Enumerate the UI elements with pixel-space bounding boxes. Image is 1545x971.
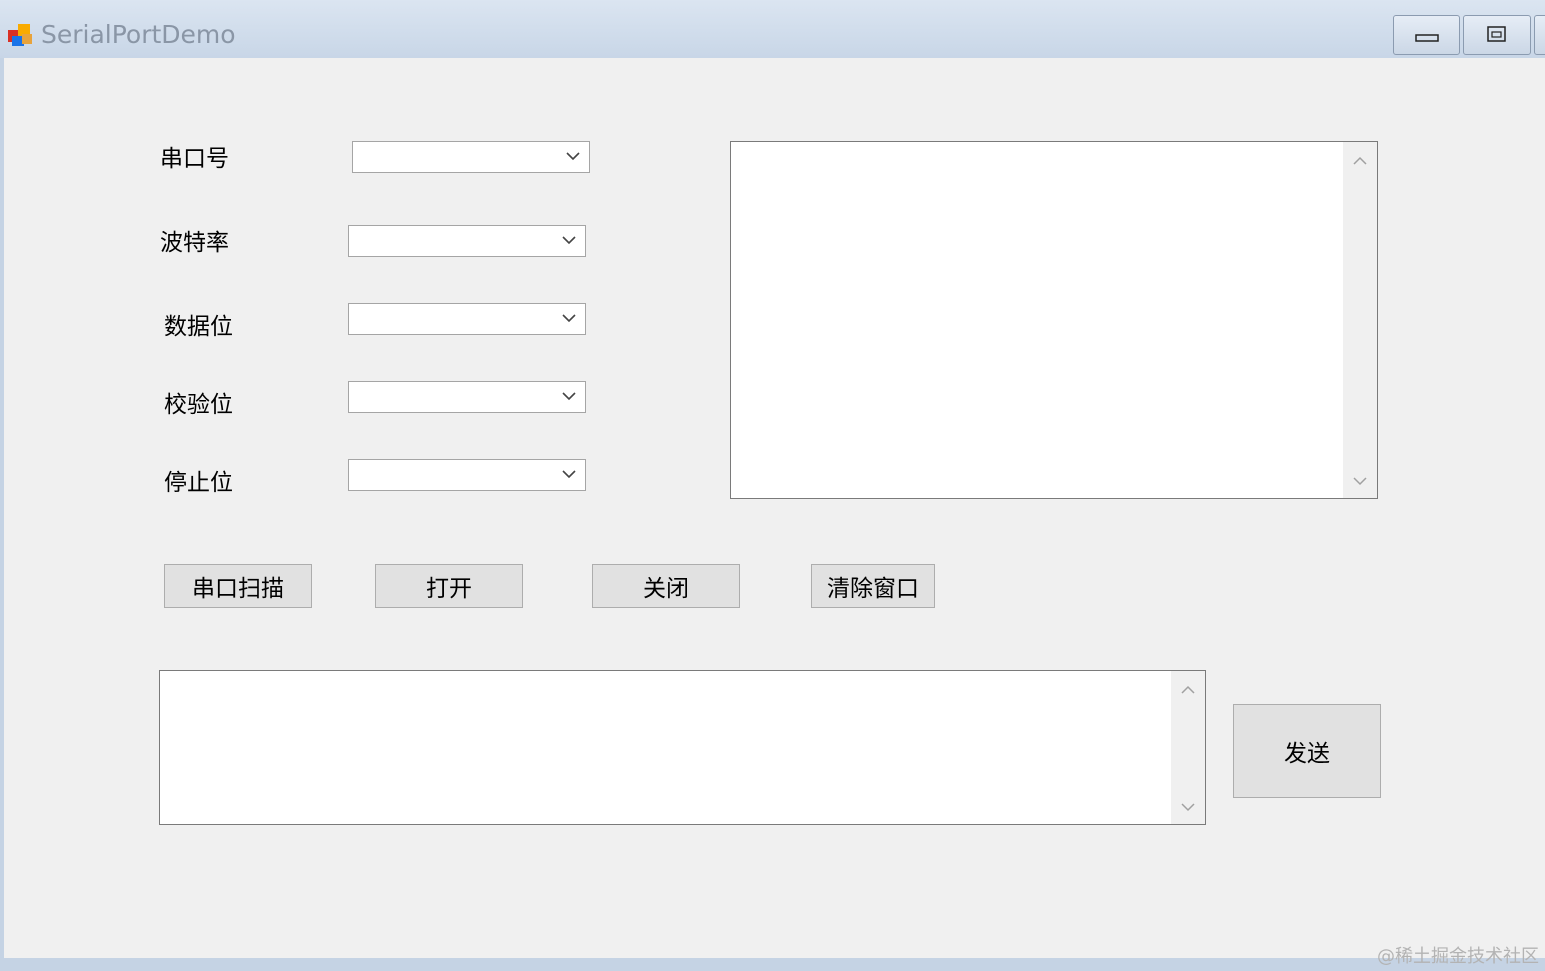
stop-bits-label: 停止位 <box>164 470 233 496</box>
scan-port-button[interactable]: 串口扫描 <box>164 564 312 608</box>
port-label: 串口号 <box>160 146 229 172</box>
receive-scrollbar[interactable] <box>1343 142 1377 498</box>
receive-textbox[interactable] <box>730 141 1378 499</box>
baud-rate-combobox[interactable] <box>348 225 586 257</box>
minimize-button[interactable] <box>1393 15 1460 55</box>
close-button[interactable] <box>1534 15 1545 55</box>
title-bar[interactable]: SerialPortDemo <box>0 0 1545 58</box>
close-port-button[interactable]: 关闭 <box>592 564 740 608</box>
chevron-up-icon[interactable] <box>1353 156 1367 165</box>
baud-rate-label: 波特率 <box>160 230 229 256</box>
minimize-icon <box>1415 34 1439 42</box>
send-scrollbar[interactable] <box>1171 671 1205 824</box>
send-button[interactable]: 发送 <box>1233 704 1381 798</box>
maximize-button[interactable] <box>1463 15 1531 55</box>
app-window: SerialPortDemo 串口号 波特率 数据位 校验位 停止位 串口扫描 … <box>0 0 1545 971</box>
app-icon <box>8 24 32 46</box>
open-button[interactable]: 打开 <box>375 564 523 608</box>
watermark: @稀土掘金技术社区 <box>1377 946 1539 967</box>
chevron-down-icon <box>562 236 576 245</box>
parity-label: 校验位 <box>164 392 233 418</box>
window-bottom-border <box>0 958 1545 971</box>
chevron-down-icon <box>562 314 576 323</box>
data-bits-label: 数据位 <box>164 314 233 340</box>
chevron-down-icon <box>562 470 576 479</box>
window-title: SerialPortDemo <box>41 20 236 49</box>
chevron-down-icon[interactable] <box>1353 477 1367 486</box>
chevron-up-icon[interactable] <box>1181 685 1195 694</box>
clear-window-button[interactable]: 清除窗口 <box>811 564 935 608</box>
stop-bits-combobox[interactable] <box>348 459 586 491</box>
data-bits-combobox[interactable] <box>348 303 586 335</box>
maximize-icon <box>1487 26 1506 42</box>
chevron-down-icon <box>566 152 580 161</box>
send-textbox[interactable] <box>159 670 1206 825</box>
port-combobox[interactable] <box>352 141 590 173</box>
parity-combobox[interactable] <box>348 381 586 413</box>
chevron-down-icon <box>562 392 576 401</box>
chevron-down-icon[interactable] <box>1181 803 1195 812</box>
